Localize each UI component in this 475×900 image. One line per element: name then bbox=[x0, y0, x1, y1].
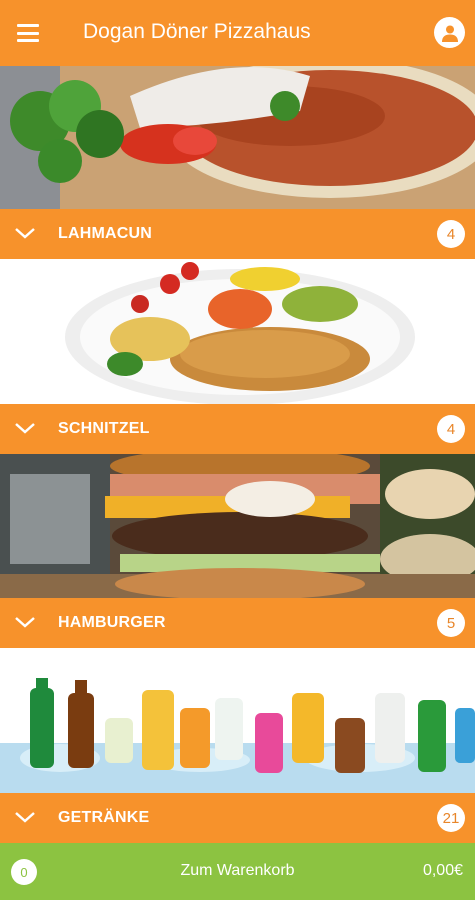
user-icon[interactable] bbox=[434, 17, 465, 48]
category-label: GETRÄNKE bbox=[58, 809, 150, 826]
app-title: Dogan Döner Pizzahaus bbox=[83, 20, 311, 43]
category-label: HAMBURGER bbox=[58, 614, 166, 631]
category-count-badge: 4 bbox=[437, 220, 465, 248]
chevron-down-icon bbox=[15, 423, 35, 434]
cart-total: 0,00€ bbox=[422, 862, 463, 879]
category-lahmacun[interactable]: LAHMACUN 4 bbox=[0, 209, 475, 259]
lahmacun-photo[interactable] bbox=[0, 66, 475, 209]
category-schnitzel[interactable]: SCHNITZEL 4 bbox=[0, 404, 475, 454]
schnitzel-photo[interactable] bbox=[0, 259, 475, 404]
category-count-badge: 4 bbox=[437, 415, 465, 443]
cart-button[interactable]: 0 Zum Warenkorb 0,00€ bbox=[0, 843, 475, 900]
chevron-down-icon bbox=[15, 228, 35, 239]
category-getraenke[interactable]: GETRÄNKE 21 bbox=[0, 793, 475, 843]
hamburger-photo[interactable] bbox=[0, 454, 475, 598]
drinks-photo[interactable] bbox=[0, 648, 475, 793]
category-count-badge: 21 bbox=[437, 804, 465, 832]
app-header: Dogan Döner Pizzahaus bbox=[0, 0, 475, 66]
category-hamburger[interactable]: HAMBURGER 5 bbox=[0, 598, 475, 648]
category-label: LAHMACUN bbox=[58, 225, 153, 242]
category-count-badge: 5 bbox=[437, 609, 465, 637]
category-label: SCHNITZEL bbox=[58, 420, 150, 437]
chevron-down-icon bbox=[15, 812, 35, 823]
hamburger-menu-icon[interactable] bbox=[17, 22, 49, 44]
cart-label: Zum Warenkorb bbox=[180, 862, 295, 879]
chevron-down-icon bbox=[15, 617, 35, 628]
